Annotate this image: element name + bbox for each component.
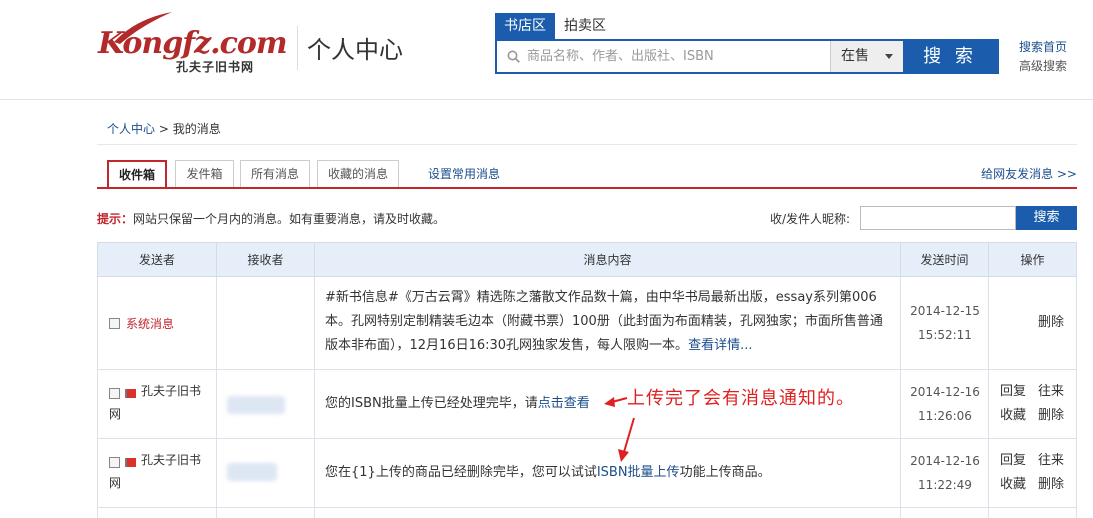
tab-favorite-messages[interactable]: 收藏的消息 [317,160,399,188]
send-time: 11:22:49 [918,478,972,492]
header-content: 消息内容 [315,243,901,278]
receiver-cell [217,508,315,518]
delete-button[interactable]: 删除 [1038,311,1064,335]
message-text-end: 功能上传商品。 [679,465,771,480]
table-row: 系统消息 #新书信息#《万古云霄》精选陈之藩散文作品数十篇，由中华书局最新出版，… [97,277,1077,370]
tip-message: 提示：网站只保留一个月内的消息。如有重要消息，请及时收藏。 [97,210,445,227]
advanced-search-link[interactable]: 高级搜索 [1019,57,1067,76]
delete-button[interactable]: 删除 [1038,473,1064,497]
time-cell [901,508,989,518]
tab-outbox[interactable]: 发件箱 [175,160,234,188]
status-select-value: 在售 [841,48,869,64]
favorite-button[interactable]: 收藏 [1000,473,1026,497]
favorite-button[interactable]: 收藏 [1000,404,1026,428]
compose-message-link[interactable]: 给网友发消息 >> [981,160,1077,188]
tab-all-messages[interactable]: 所有消息 [240,160,310,188]
message-text: 您在{1}上传的商品已经删除完毕，您可以试试 [325,465,597,480]
breadcrumb-divider [97,144,1077,145]
nickname-filter-label: 收/发件人昵称: [770,212,851,226]
tab-inbox[interactable]: 收件箱 [107,160,167,189]
search-box: 在售 搜 索 [495,39,999,74]
page-title: 个人中心 [307,36,403,64]
tab-auction[interactable]: 拍卖区 [555,13,615,39]
search-icon [507,50,520,63]
tab-bookstore[interactable]: 书店区 [495,13,555,39]
time-cell: 2014-12-16 11:22:49 [901,439,989,507]
history-button[interactable]: 往来 [1038,380,1064,404]
site-logo[interactable]: Kongfz.com 孔夫子旧书网 [98,12,288,82]
send-time: 15:52:11 [918,328,972,342]
actions-cell: 删除 [989,277,1076,369]
header-time: 发送时间 [901,243,989,278]
reply-button[interactable]: 回复 [1000,449,1026,473]
content-cell [315,508,901,518]
tabs-underline [97,187,1077,189]
sender-cell: 孔夫子旧书网 [98,370,217,438]
breadcrumb: 个人中心 > 我的消息 [107,120,221,137]
breadcrumb-current: 我的消息 [172,122,221,136]
message-content: 您在{1}上传的商品已经删除完毕，您可以试试ISBN批量上传功能上传商品。 [325,461,771,485]
message-text: 您的ISBN批量上传已经处理完毕，请 [325,396,538,411]
message-tabs: 收件箱 发件箱 所有消息 收藏的消息 设置常用消息 给网友发消息 >> [97,160,1077,189]
table-row [97,508,1077,518]
search-links: 搜索首页 高级搜索 [1019,38,1067,76]
page-header: Kongfz.com 孔夫子旧书网 个人中心 书店区 拍卖区 在售 搜 索 搜索… [0,0,1093,100]
receiver-cell [217,277,315,369]
message-content: #新书信息#《万古云霄》精选陈之藩散文作品数十篇，由中华书局最新出版，essay… [325,286,891,358]
send-date: 2014-12-15 [910,304,980,318]
annotation-text: 上传完了会有消息通知的。 [627,388,855,409]
view-details-link[interactable]: 查看详情... [688,338,752,353]
message-content: 您的ISBN批量上传已经处理完毕，请点击查看 [325,392,590,416]
chevron-down-icon [885,54,893,59]
table-row: 孔夫子旧书网 您的ISBN批量上传已经处理完毕，请点击查看 2014-12-16… [97,370,1077,439]
reply-button[interactable]: 回复 [1000,380,1026,404]
isbn-batch-upload-link[interactable]: ISBN批量上传 [597,465,680,480]
receiver-redacted [227,396,285,414]
breadcrumb-root[interactable]: 个人中心 [107,122,155,136]
header-actions: 操作 [1020,253,1045,267]
tip-text: 网站只保留一个月内的消息。如有重要消息，请及时收藏。 [133,212,446,226]
header-receiver: 接收者 [217,243,315,278]
tip-label: 提示： [97,212,134,226]
receiver-redacted [227,463,277,481]
search-button[interactable]: 搜 索 [903,41,997,72]
time-cell: 2014-12-16 11:26:06 [901,370,989,438]
receiver-cell [217,370,315,438]
content-cell: 您在{1}上传的商品已经删除完毕，您可以试试ISBN批量上传功能上传商品。 [315,439,901,507]
sender-name[interactable]: 系统消息 [126,315,174,332]
filter-search-button[interactable]: 搜索 [1016,206,1077,230]
table-header: 发送者 接收者 消息内容 发送时间 操作 [97,242,1077,278]
table-row: 孔夫子旧书网 您在{1}上传的商品已经删除完毕，您可以试试ISBN批量上传功能上… [97,439,1077,508]
actions-cell: 回复 往来 收藏 删除 [989,439,1076,507]
header-divider [297,26,298,70]
sender-cell: 孔夫子旧书网 [98,439,217,507]
logo-subtitle: 孔夫子旧书网 [176,60,255,74]
send-time: 11:26:06 [918,409,972,423]
click-view-link[interactable]: 点击查看 [538,396,590,411]
sender-name[interactable]: 孔夫子旧书网 [109,449,209,495]
actions-cell: 回复 往来 收藏 删除 [989,370,1076,438]
time-cell: 2014-12-15 15:52:11 [901,277,989,369]
row-checkbox[interactable] [109,318,120,329]
receiver-cell [217,439,315,507]
search-input[interactable] [527,41,827,72]
sender-name[interactable]: 孔夫子旧书网 [109,380,209,426]
logo-text: Kongfz.com [98,26,288,61]
message-text: #新书信息#《万古云霄》精选陈之藩散文作品数十篇，由中华书局最新出版，essay… [325,290,883,353]
search-home-link[interactable]: 搜索首页 [1019,38,1067,57]
status-select[interactable]: 在售 [830,41,903,72]
delete-button[interactable]: 删除 [1038,404,1064,428]
header-sender: 发送者 [98,243,217,278]
history-button[interactable]: 往来 [1038,449,1064,473]
send-date: 2014-12-16 [910,454,980,468]
breadcrumb-separator: > [155,122,173,136]
content-cell: #新书信息#《万古云霄》精选陈之藩散文作品数十篇，由中华书局最新出版，essay… [315,277,901,369]
nickname-filter-input[interactable] [860,206,1016,230]
set-common-messages-link[interactable]: 设置常用消息 [428,160,500,188]
sender-cell: 系统消息 [98,277,217,369]
send-date: 2014-12-16 [910,385,980,399]
sender-cell [98,508,217,518]
